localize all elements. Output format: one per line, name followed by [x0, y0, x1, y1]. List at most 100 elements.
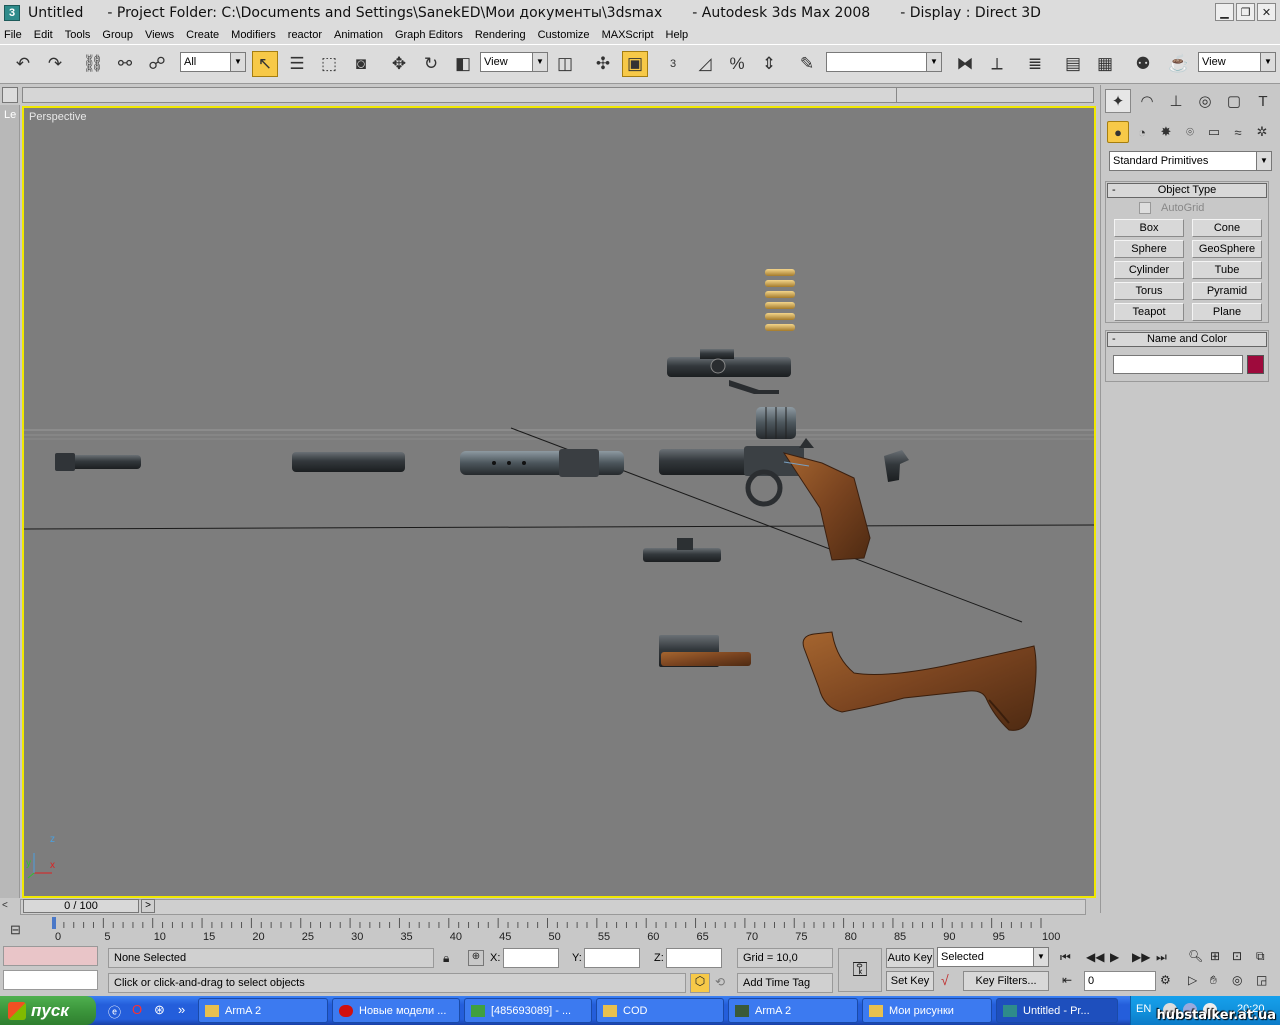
align-icon[interactable]: ⟂: [984, 51, 1010, 77]
redo-icon[interactable]: ↷: [42, 51, 68, 77]
menu-create[interactable]: Create: [186, 29, 219, 41]
menu-help[interactable]: Help: [666, 29, 689, 41]
perspective-viewport[interactable]: Perspective z y x: [22, 106, 1096, 898]
helpers-icon[interactable]: ▭: [1203, 121, 1225, 143]
current-frame-input[interactable]: 0: [1084, 971, 1156, 991]
menu-edit[interactable]: Edit: [34, 29, 53, 41]
edit-named-selections-icon[interactable]: ✎: [794, 51, 820, 77]
curve-editor-icon[interactable]: ▤: [1060, 51, 1086, 77]
strip-handle[interactable]: [2, 87, 18, 103]
muzzle-brake-model[interactable]: [55, 453, 141, 471]
tube-button[interactable]: Tube: [1192, 261, 1262, 279]
cartridges-model[interactable]: [765, 269, 795, 331]
menu-animation[interactable]: Animation: [334, 29, 383, 41]
silencer-model[interactable]: [460, 449, 624, 477]
reference-coordinate-dropdown[interactable]: View: [480, 52, 548, 72]
start-button[interactable]: пуск: [0, 996, 96, 1025]
selection-lock-toggle-icon[interactable]: ⬡: [690, 973, 710, 993]
play-icon[interactable]: ▶: [1110, 950, 1119, 964]
snap-toggle-icon[interactable]: 3: [660, 51, 686, 77]
maxscript-listener-bottom[interactable]: [3, 970, 98, 990]
field-of-view-icon[interactable]: ▷: [1188, 973, 1197, 987]
maximize-button[interactable]: ❐: [1236, 3, 1255, 21]
time-slider-prev-icon[interactable]: <: [2, 900, 8, 911]
menu-maxscript[interactable]: MAXScript: [602, 29, 654, 41]
object-name-input[interactable]: [1113, 355, 1243, 374]
track-bar[interactable]: ⊟ 0 5 10 15 20 25 30 35 40 45 50 55 60 65 70 75 80 85 90 95…: [0, 916, 1100, 944]
hammer-part-model[interactable]: [884, 450, 909, 482]
named-selection-sets-dropdown[interactable]: [826, 52, 942, 72]
pivot-center-icon[interactable]: ◫: [552, 51, 578, 77]
move-icon[interactable]: ✥: [386, 51, 412, 77]
task-opera[interactable]: Новые модели ...: [332, 998, 460, 1023]
menu-reactor[interactable]: reactor: [288, 29, 322, 41]
task-arma2-game[interactable]: ArmA 2: [728, 998, 858, 1023]
time-slider-next-icon[interactable]: >: [141, 899, 155, 913]
current-frame-marker[interactable]: [52, 917, 56, 929]
arc-rotate-icon[interactable]: ◎: [1232, 973, 1242, 987]
box-button[interactable]: Box: [1114, 219, 1184, 237]
time-configuration-icon[interactable]: ⚙: [1160, 973, 1171, 987]
select-by-name-icon[interactable]: ☰: [284, 51, 310, 77]
pan-icon[interactable]: ✋︎: [1210, 973, 1217, 988]
manipulate-icon[interactable]: ✣: [590, 51, 616, 77]
torus-button[interactable]: Torus: [1114, 282, 1184, 300]
cylinder-drum-model[interactable]: [756, 407, 796, 439]
menu-group[interactable]: Group: [102, 29, 133, 41]
key-mode-dropdown[interactable]: Selected: [937, 947, 1049, 967]
shapes-icon[interactable]: ◔: [1131, 121, 1153, 143]
render-view-dropdown[interactable]: View: [1198, 52, 1276, 72]
set-keys-icon[interactable]: ⚿: [838, 948, 882, 992]
menu-customize[interactable]: Customize: [538, 29, 590, 41]
cameras-icon[interactable]: ⌾: [1179, 121, 1201, 143]
utilities-tab-icon[interactable]: T: [1250, 89, 1276, 113]
time-slider-track[interactable]: [20, 899, 1086, 915]
bind-space-warp-icon[interactable]: ☍: [144, 51, 170, 77]
pyramid-button[interactable]: Pyramid: [1192, 282, 1262, 300]
zoom-extents-all-icon[interactable]: ⧉: [1256, 949, 1265, 964]
go-to-end-icon[interactable]: ⏭: [1156, 950, 1167, 965]
set-key-button[interactable]: Set Key: [886, 971, 934, 991]
cone-button[interactable]: Cone: [1192, 219, 1262, 237]
schematic-view-icon[interactable]: ▦: [1092, 51, 1118, 77]
rotate-icon[interactable]: ↻: [418, 51, 444, 77]
task-arma2-folder[interactable]: ArmA 2: [198, 998, 328, 1023]
steam-quicklaunch-icon[interactable]: ⊛: [154, 1002, 165, 1018]
scope-mount-model[interactable]: [643, 538, 721, 562]
render-setup-icon[interactable]: ☕: [1166, 51, 1192, 77]
sphere-button[interactable]: Sphere: [1114, 240, 1184, 258]
task-messenger[interactable]: [485693089] - ...: [464, 998, 592, 1023]
autogrid-checkbox[interactable]: AutoGrid: [1139, 202, 1204, 214]
add-time-tag-button[interactable]: Add Time Tag: [737, 973, 833, 993]
material-editor-icon[interactable]: ⚉: [1130, 51, 1156, 77]
percent-snap-icon[interactable]: %: [724, 51, 750, 77]
quicklaunch-more-icon[interactable]: »: [178, 1002, 185, 1017]
geosphere-button[interactable]: GeoSphere: [1192, 240, 1262, 258]
previous-frame-icon[interactable]: ◀◀: [1086, 950, 1104, 964]
menu-modifiers[interactable]: Modifiers: [231, 29, 276, 41]
menu-rendering[interactable]: Rendering: [475, 29, 526, 41]
angle-snap-icon[interactable]: ◿: [692, 51, 718, 77]
create-tab-icon[interactable]: ✦: [1105, 89, 1131, 113]
cylinder-button[interactable]: Cylinder: [1114, 261, 1184, 279]
zoom-icon[interactable]: 🔍︎: [1188, 949, 1203, 963]
zoom-extents-icon[interactable]: ⊡: [1232, 949, 1242, 963]
teapot-button[interactable]: Teapot: [1114, 303, 1184, 321]
absolute-mode-icon[interactable]: ⊕: [468, 950, 484, 966]
keyboard-shortcut-override-icon[interactable]: ▣: [622, 51, 648, 77]
undo-icon[interactable]: ↶: [10, 51, 36, 77]
selection-filter-dropdown[interactable]: All: [180, 52, 246, 72]
motion-tab-icon[interactable]: ◎: [1192, 89, 1218, 113]
forend-model[interactable]: [659, 635, 751, 667]
maxscript-listener-top[interactable]: [3, 946, 98, 966]
mirror-icon[interactable]: ⧓: [952, 51, 978, 77]
lock-selection-icon[interactable]: 🔒︎: [443, 951, 449, 966]
spinner-snap-icon[interactable]: ⇕: [756, 51, 782, 77]
select-object-icon[interactable]: ↖: [252, 51, 278, 77]
next-frame-icon[interactable]: ▶▶: [1132, 950, 1150, 964]
barrel-extension-model[interactable]: [292, 452, 405, 472]
display-tab-icon[interactable]: ▢: [1221, 89, 1247, 113]
minimize-button[interactable]: ▁: [1215, 3, 1234, 21]
key-filters-button[interactable]: Key Filters...: [963, 971, 1049, 991]
adaptive-degradation-icon[interactable]: ⟲: [715, 975, 725, 989]
